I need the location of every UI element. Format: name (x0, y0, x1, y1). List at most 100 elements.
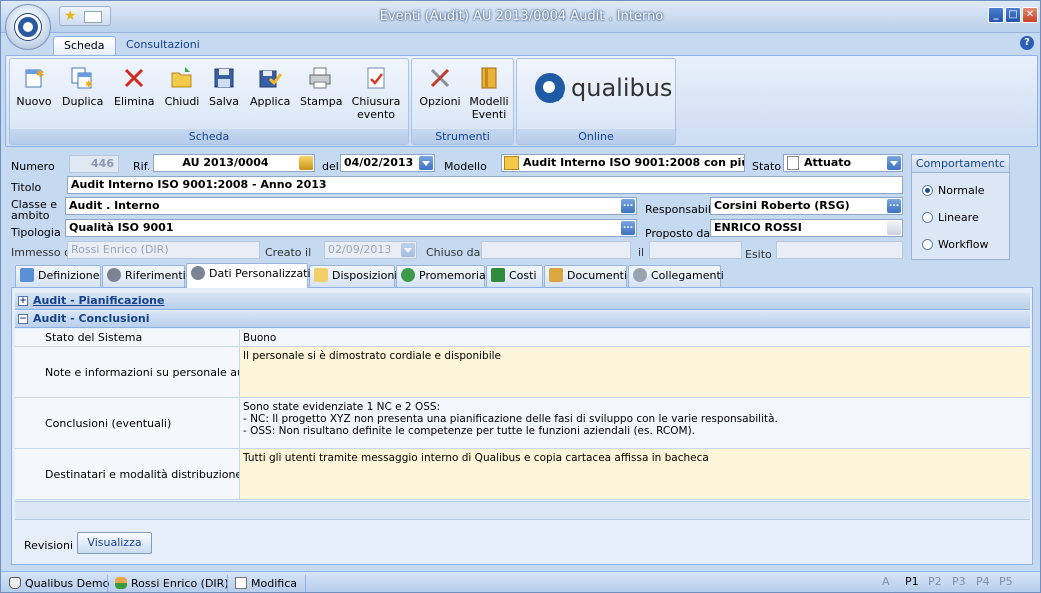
lock-icon[interactable] (299, 156, 313, 170)
stato-label: Stato (752, 160, 782, 173)
tab-riferimenti[interactable]: Riferimenti (102, 265, 186, 287)
ribbon: ✱ Nuovo ✱ Duplica Elimina Chiudi Salva A… (5, 55, 1038, 147)
page-p4[interactable]: P4 (976, 575, 990, 588)
save-disk-icon (211, 65, 237, 91)
rif-label: Rif. (133, 160, 151, 173)
apply-disk-icon (257, 65, 283, 91)
tipologia-browse-icon[interactable]: ... (621, 221, 635, 235)
classe-browse-icon[interactable]: ... (621, 199, 635, 213)
comportamento-panel: Comportamentc Normale Lineare Workflow (911, 154, 1010, 260)
nuovo-button[interactable]: ✱ Nuovo (16, 65, 52, 108)
modello-label: Modello (444, 160, 487, 173)
table-row[interactable]: Destinatari e modalità distribuzione del… (15, 449, 1030, 500)
titolo-field[interactable]: Audit Interno ISO 9001:2008 - Anno 2013 (67, 176, 903, 194)
radio-empty-icon (922, 239, 933, 250)
minimize-button[interactable]: _ (988, 7, 1004, 23)
row-value[interactable]: Il personale si è dimostrato cordiale e … (240, 347, 1030, 397)
creato-field: 02/09/2013 (324, 241, 417, 259)
applica-button[interactable]: Applica (250, 65, 290, 108)
group-label-scheda: Scheda (10, 129, 408, 144)
grid-scroll-area[interactable] (15, 501, 1030, 520)
ribbon-tab-bar: Scheda Consultazioni ? (1, 33, 1040, 56)
tab-definizione[interactable]: Definizione (15, 265, 101, 287)
row-key: Note e informazioni su personale audita (15, 347, 240, 397)
modelli-eventi-button[interactable]: Modelli Eventi (468, 65, 510, 121)
stampa-button[interactable]: Stampa (300, 65, 342, 108)
visualizza-button[interactable]: Visualizza (77, 532, 152, 554)
application-orb-button[interactable] (5, 4, 51, 50)
creato-dropdown-icon (401, 243, 415, 257)
table-row[interactable]: Note e informazioni su personale audita … (15, 347, 1030, 398)
page-p2[interactable]: P2 (928, 575, 942, 588)
tab-collegamenti[interactable]: Collegamenti (628, 265, 724, 287)
salva-button[interactable]: Salva (208, 65, 240, 108)
creato-label: Creato il (265, 246, 312, 259)
proposto-field[interactable]: ENRICO ROSSI (710, 219, 903, 237)
help-icon[interactable]: ? (1020, 36, 1034, 50)
elimina-button[interactable]: Elimina (114, 65, 155, 108)
chiusura-evento-button[interactable]: Chiusura evento (350, 65, 402, 121)
app-logo-icon (15, 14, 41, 40)
section-conclusioni[interactable]: − Audit - Conclusioni (15, 311, 1030, 328)
radio-workflow[interactable]: Workflow (922, 238, 989, 251)
close-event-document-icon (363, 65, 389, 91)
responsabile-browse-icon[interactable]: ... (887, 199, 901, 213)
group-online: qualibus Online (516, 58, 676, 145)
page-p3[interactable]: P3 (952, 575, 966, 588)
table-row[interactable]: Conclusioni (eventuali) Sono state evide… (15, 398, 1030, 449)
detail-tab-bar: Definizione Riferimenti Dati Personalizz… (15, 263, 1015, 288)
tab-dati-personalizzati[interactable]: Dati Personalizzati (186, 263, 311, 288)
close-button[interactable]: ✕ (1022, 7, 1038, 23)
tipologia-field[interactable]: Qualità ISO 9001... (65, 219, 637, 237)
proposto-label: Proposto da (645, 227, 711, 240)
duplica-button[interactable]: ✱ Duplica (62, 65, 103, 108)
tab-documenti[interactable]: Documenti (544, 265, 627, 287)
row-value[interactable]: Buono (240, 329, 1030, 346)
row-value[interactable]: Tutti gli utenti tramite messaggio inter… (240, 449, 1030, 499)
table-row[interactable]: Stato del Sistema Buono (15, 329, 1030, 347)
expand-plus-icon[interactable]: + (18, 296, 28, 306)
app-window: ★ Eventi (Audit) AU 2013/0004 Audit . In… (0, 0, 1041, 593)
edit-pencil-icon (235, 577, 247, 589)
status-mode: Modifica (235, 575, 297, 592)
title-bar: ★ Eventi (Audit) AU 2013/0004 Audit . In… (1, 1, 1040, 33)
page-p1[interactable]: P1 (905, 575, 919, 588)
printer-icon (307, 65, 333, 91)
esito-label: Esito (745, 248, 772, 261)
modello-field[interactable]: Audit Interno ISO 9001:2008 con più di (501, 154, 745, 172)
stato-select[interactable]: Attuato (783, 154, 903, 172)
duplicate-icon: ✱ (69, 65, 95, 91)
maximize-button[interactable]: □ (1005, 7, 1021, 23)
classe-field[interactable]: Audit . Interno... (65, 197, 637, 215)
search-magnifier-icon[interactable] (887, 221, 901, 235)
group-scheda: ✱ Nuovo ✱ Duplica Elimina Chiudi Salva A… (9, 58, 409, 145)
radio-lineare[interactable]: Lineare (922, 211, 979, 224)
tab-promemoria[interactable]: Promemoria (396, 265, 486, 287)
rif-field[interactable]: AU 2013/0004 (153, 154, 315, 172)
responsabile-field[interactable]: Corsini Roberto (RSG)... (710, 197, 903, 215)
folder-icon[interactable] (504, 156, 519, 170)
status-db: Qualibus Demo (9, 575, 109, 592)
page-p5[interactable]: P5 (999, 575, 1013, 588)
window-title: Eventi (Audit) AU 2013/0004 Audit . Inte… (379, 9, 664, 24)
collapse-minus-icon[interactable]: − (18, 314, 28, 324)
date-dropdown-icon[interactable] (419, 156, 433, 170)
row-value[interactable]: Sono state evidenziate 1 NC e 2 OSS: - N… (240, 398, 1030, 448)
date-field[interactable]: 04/02/2013 (340, 154, 435, 172)
numero-field: 446 (69, 155, 119, 173)
stato-dropdown-icon[interactable] (887, 156, 901, 170)
settings-gear-icon (191, 266, 205, 280)
section-pianificazione[interactable]: + Audit - Pianificazione (15, 293, 1030, 310)
link-gear-icon (633, 268, 647, 282)
tab-consultazioni[interactable]: Consultazioni (116, 36, 210, 56)
tab-scheda[interactable]: Scheda (53, 36, 116, 56)
radio-normale[interactable]: Normale (922, 184, 985, 197)
tab-costi[interactable]: Costi (486, 265, 543, 287)
qualibus-logo[interactable]: qualibus (535, 73, 672, 103)
numero-label: Numero (11, 160, 55, 173)
chiudi-button[interactable]: Chiudi (164, 65, 200, 108)
opzioni-button[interactable]: Opzioni (418, 65, 462, 108)
database-icon (9, 577, 21, 589)
page-a[interactable]: A (882, 575, 890, 588)
tab-disposizioni[interactable]: Disposizioni (309, 265, 397, 287)
